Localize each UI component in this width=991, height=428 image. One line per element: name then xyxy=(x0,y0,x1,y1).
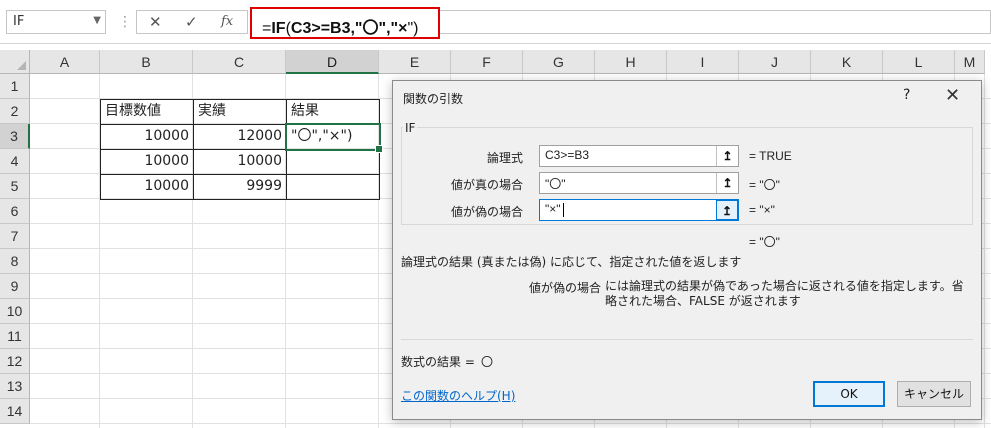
row-header-14[interactable]: 14 xyxy=(0,399,30,424)
formula-bar: IF ▼ ⋮ ✕ ✓ fx =IF(C3>=B3,"〇","×") xyxy=(0,0,991,44)
column-header-g[interactable]: G xyxy=(523,50,595,74)
arg-input-value-if-true[interactable]: "〇" ↥ xyxy=(539,172,739,194)
cell-d2[interactable]: 結果 xyxy=(287,99,379,124)
arg-label-value-if-false: 値が偽の場合 xyxy=(450,205,523,219)
formula-buttons: ✕ ✓ fx xyxy=(136,10,248,34)
formula-input-area[interactable] xyxy=(440,10,991,34)
close-icon[interactable]: ✕ xyxy=(945,85,960,106)
formula-result-label: 数式の結果 = xyxy=(401,355,475,369)
formula-arguments: C3>=B3,"〇","× xyxy=(290,20,408,37)
row-header-8[interactable]: 8 xyxy=(0,249,30,274)
active-cell-d3[interactable] xyxy=(285,123,383,153)
insert-function-icon[interactable]: fx xyxy=(221,14,233,29)
help-icon[interactable]: ? xyxy=(903,87,910,103)
text-caret xyxy=(562,202,564,217)
arg-result: = TRUE xyxy=(749,149,792,163)
arg-result: = "×" xyxy=(749,203,775,217)
formula-function: IF xyxy=(271,20,286,37)
row-header-11[interactable]: 11 xyxy=(0,324,30,349)
row-header-10[interactable]: 10 xyxy=(0,299,30,324)
cell-d5[interactable] xyxy=(287,174,379,199)
function-description: 論理式の結果 (真または偽) に応じて、指定された値を返します xyxy=(401,255,742,269)
column-header-i[interactable]: I xyxy=(667,50,739,74)
row-header-9[interactable]: 9 xyxy=(0,274,30,299)
column-header-e[interactable]: E xyxy=(379,50,451,74)
arg-label-value-if-true: 値が真の場合 xyxy=(450,178,523,192)
row-header-5[interactable]: 5 xyxy=(0,174,30,199)
ok-button[interactable]: OK xyxy=(813,381,885,407)
column-header-b[interactable]: B xyxy=(100,50,193,74)
column-header-k[interactable]: K xyxy=(811,50,883,74)
formula-input[interactable]: =IF(C3>=B3,"〇","×") xyxy=(250,7,440,39)
cell-b5[interactable]: 10000 xyxy=(101,174,193,199)
row-header-7[interactable]: 7 xyxy=(0,224,30,249)
formula-prefix: = xyxy=(262,20,272,37)
cell-c2[interactable]: 実績 xyxy=(194,99,286,124)
argument-description-text: には論理式の結果が偽であった場合に返される値を指定します。省略された場合、FAL… xyxy=(605,279,964,308)
row-header-1[interactable]: 1 xyxy=(0,74,30,99)
formula-paren-close: ") xyxy=(407,20,419,37)
collapse-dialog-icon[interactable]: ↥ xyxy=(716,173,738,193)
cell-c4[interactable]: 10000 xyxy=(194,149,286,174)
column-header-c[interactable]: C xyxy=(193,50,286,74)
function-help-link[interactable]: この関数のヘルプ(H) xyxy=(401,387,515,404)
arg-input-value-if-false[interactable]: "×" ↥ xyxy=(539,199,739,221)
cancel-button[interactable]: キャンセル xyxy=(897,381,971,407)
cell-c5[interactable]: 9999 xyxy=(194,174,286,199)
arg-value: "×" xyxy=(545,202,561,216)
column-header-a[interactable]: A xyxy=(30,50,100,74)
cell-c3[interactable]: 12000 xyxy=(194,124,286,149)
dialog-divider xyxy=(401,339,973,340)
row-gridline xyxy=(30,423,991,424)
column-header-m[interactable]: M xyxy=(955,50,985,74)
enter-icon[interactable]: ✓ xyxy=(185,13,198,31)
row-header-2[interactable]: 2 xyxy=(0,99,30,124)
name-box[interactable]: IF ▼ xyxy=(6,10,106,34)
column-header-f[interactable]: F xyxy=(451,50,523,74)
arg-value: "〇" xyxy=(545,177,566,191)
row-header-12[interactable]: 12 xyxy=(0,349,30,374)
row-header-4[interactable]: 4 xyxy=(0,149,30,174)
dialog-title: 関数の引数 xyxy=(403,92,464,106)
cancel-icon[interactable]: ✕ xyxy=(149,13,162,31)
collapse-dialog-icon[interactable]: ↥ xyxy=(716,146,738,166)
cell-d4[interactable] xyxy=(287,149,379,174)
arg-label-logical-test: 論理式 xyxy=(486,151,523,165)
arg-result: = "〇" xyxy=(749,178,780,192)
argument-description-label: 値が偽の場合 xyxy=(529,281,602,295)
select-all-corner[interactable] xyxy=(0,50,30,74)
function-arguments-dialog: 関数の引数 ? ✕ IF 論理式 C3>=B3 ↥ = TRUE 値が真の場合 … xyxy=(392,80,982,420)
cell-b4[interactable]: 10000 xyxy=(101,149,193,174)
chevron-down-icon[interactable]: ▼ xyxy=(93,15,101,26)
row-header-13[interactable]: 13 xyxy=(0,374,30,399)
cell-b3[interactable]: 10000 xyxy=(101,124,193,149)
arg-input-logical-test[interactable]: C3>=B3 ↥ xyxy=(539,145,739,167)
row-header-3[interactable]: 3 xyxy=(0,124,30,149)
overall-result: = "〇" xyxy=(749,235,780,249)
formula-result-value: 〇 xyxy=(481,355,494,369)
cell-b2[interactable]: 目標数値 xyxy=(101,99,193,124)
column-gridline xyxy=(984,74,985,428)
more-options-icon[interactable]: ⋮ xyxy=(118,14,132,30)
column-header-j[interactable]: J xyxy=(739,50,811,74)
column-header-l[interactable]: L xyxy=(883,50,955,74)
function-name: IF xyxy=(403,121,418,135)
column-header-h[interactable]: H xyxy=(595,50,667,74)
column-header-d[interactable]: D xyxy=(286,50,379,74)
row-header-6[interactable]: 6 xyxy=(0,199,30,224)
collapse-dialog-icon[interactable]: ↥ xyxy=(716,200,738,220)
name-box-value: IF xyxy=(13,14,25,29)
arg-value: C3>=B3 xyxy=(545,148,590,162)
